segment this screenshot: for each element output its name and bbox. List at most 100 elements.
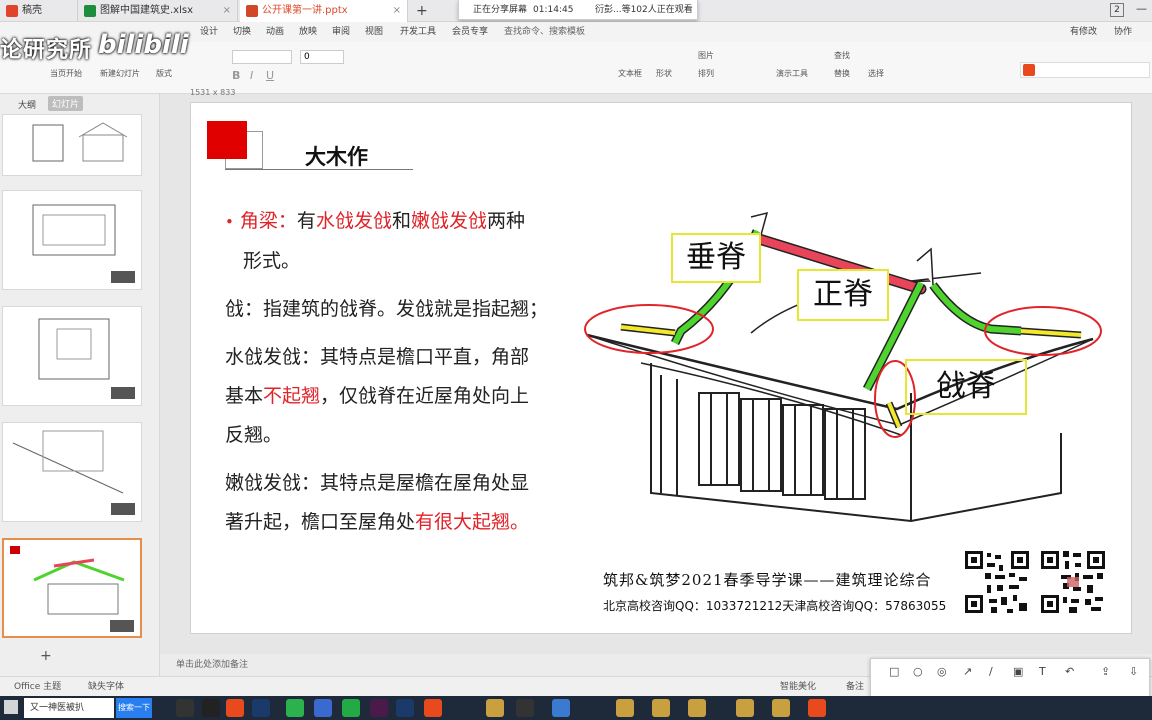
indesign-icon[interactable] xyxy=(370,699,388,717)
layout-button[interactable]: 版式 xyxy=(156,68,172,79)
tab-slideshow[interactable]: 放映 xyxy=(299,22,317,42)
label-zhengji: 正脊 xyxy=(797,269,889,321)
button-label: 形状 xyxy=(656,69,672,78)
canvas-size-label: 1531 x 833 xyxy=(190,88,236,97)
current-page-start-button[interactable]: 当页开始 xyxy=(50,68,82,79)
tab-view[interactable]: 视图 xyxy=(365,22,383,42)
pen-tool-icon[interactable]: / xyxy=(989,665,993,678)
paragraph-shuiqiang-3: 反翘。 xyxy=(225,424,283,446)
mosaic-tool-icon[interactable]: ◎ xyxy=(937,665,947,678)
paragraph-nenqiang-2: 著升起，檐口至屋角处有很大起翘。 xyxy=(225,502,529,542)
new-slide-button[interactable]: 新建幻灯片 xyxy=(100,68,140,79)
folder-icon[interactable] xyxy=(772,699,790,717)
undo-icon[interactable]: ↶ xyxy=(1065,665,1074,678)
picture-button[interactable]: 图片 xyxy=(698,50,714,61)
new-tab-button[interactable]: + xyxy=(416,0,428,22)
folder-icon[interactable] xyxy=(652,699,670,717)
download-icon[interactable]: ⇩ xyxy=(1129,665,1138,678)
footer-contact: 北京高校咨询QQ：1033721212天津高校咨询QQ：57863055 xyxy=(603,599,947,613)
slides-tab[interactable]: 幻灯片 xyxy=(48,96,84,111)
app-icon[interactable] xyxy=(808,699,826,717)
close-icon[interactable]: × xyxy=(393,0,401,22)
arrow-tool-icon[interactable]: ↗ xyxy=(963,665,972,678)
slide-thumbnail-selected[interactable] xyxy=(2,538,142,638)
outline-tab[interactable]: 大纲 xyxy=(18,98,36,111)
shape-button[interactable]: 形状 xyxy=(656,68,672,79)
ribbon-search[interactable]: 查找命令、搜索模板 xyxy=(504,22,585,42)
presentation-tools-button[interactable]: 演示工具 xyxy=(776,68,808,79)
tab-design[interactable]: 设计 xyxy=(200,22,218,42)
folder-icon[interactable] xyxy=(616,699,634,717)
qr-code-1 xyxy=(963,549,1031,615)
rectangle-tool-icon[interactable]: □ xyxy=(889,665,899,678)
tab-pptx[interactable]: 公开课第一讲.pptx × xyxy=(240,0,408,22)
add-slide-icon[interactable]: + xyxy=(40,648,52,664)
select-button[interactable]: 选择 xyxy=(868,68,884,79)
wechat-icon[interactable] xyxy=(286,699,304,717)
ime-toolbar[interactable] xyxy=(1020,62,1150,78)
has-changes[interactable]: 有修改 xyxy=(1070,22,1097,42)
photoshop-icon[interactable] xyxy=(396,699,414,717)
windows-taskbar: 又一神医被扒 搜索一下 xyxy=(0,696,1152,720)
app-icon[interactable] xyxy=(342,699,360,717)
tab-animations[interactable]: 动画 xyxy=(266,22,284,42)
button-label: 演示工具 xyxy=(776,69,808,78)
notes-toggle[interactable]: 备注 xyxy=(846,679,864,692)
text-tool-icon[interactable]: T xyxy=(1039,665,1046,678)
tab-stencil[interactable]: 稿壳 xyxy=(0,0,78,22)
slide-thumbnail[interactable] xyxy=(2,422,142,522)
bullet-line-1: • 角梁：有水戗发戗和嫩戗发戗两种 xyxy=(225,210,525,232)
browser-icon[interactable] xyxy=(226,699,244,717)
folder-icon[interactable] xyxy=(736,699,754,717)
tab-developer[interactable]: 开发工具 xyxy=(400,22,436,42)
slide-thumbnail[interactable] xyxy=(2,114,142,176)
bullet-text: 有 xyxy=(296,210,316,232)
close-icon[interactable]: × xyxy=(223,0,231,22)
italic-icon[interactable]: I xyxy=(250,69,253,82)
photoshop-icon[interactable] xyxy=(252,699,270,717)
app-icon[interactable] xyxy=(424,699,442,717)
smart-beautify-button[interactable]: 智能美化 xyxy=(780,679,816,692)
button-label: 查找 xyxy=(834,51,850,60)
font-size-select[interactable]: 0 xyxy=(300,50,344,64)
paragraph-nenqiang-1: 嫩戗发戗：其特点是屋檐在屋角处显 xyxy=(225,472,530,494)
app-icon[interactable] xyxy=(516,699,534,717)
app-icon[interactable] xyxy=(176,699,194,717)
notes-placeholder[interactable]: 单击此处添加备注 xyxy=(176,657,248,670)
slide-thumbnail[interactable] xyxy=(2,306,142,406)
app-icon[interactable] xyxy=(552,699,570,717)
taskbar-search-button[interactable]: 搜索一下 xyxy=(116,698,152,718)
highlight-tool-icon[interactable]: ▣ xyxy=(1013,665,1023,678)
powerpoint-icon xyxy=(246,5,258,17)
qq-icon[interactable] xyxy=(202,699,220,717)
textbox-button[interactable]: 文本框 xyxy=(618,68,642,79)
replace-button[interactable]: 替换 xyxy=(834,68,850,79)
underline-icon[interactable]: U xyxy=(266,69,274,82)
tab-xlsx[interactable]: 图解中国建筑史.xlsx × xyxy=(78,0,238,22)
arrange-button[interactable]: 排列 xyxy=(698,68,714,79)
footer-course: 筑邦&筑梦2021春季导学课——建筑理论综合 xyxy=(603,571,932,589)
circle-tool-icon[interactable]: ○ xyxy=(913,665,923,678)
button-label: 替换 xyxy=(834,69,850,78)
folder-icon[interactable] xyxy=(688,699,706,717)
bold-icon[interactable]: B xyxy=(232,69,240,82)
share-icon[interactable]: ⇪ xyxy=(1101,665,1110,678)
page-indicator[interactable]: 2 xyxy=(1110,3,1124,17)
collaborate[interactable]: 协作 xyxy=(1114,22,1132,42)
find-button[interactable]: 查找 xyxy=(834,50,850,61)
font-name-select[interactable] xyxy=(232,50,292,64)
folder-icon[interactable] xyxy=(486,699,504,717)
tab-transitions[interactable]: 切换 xyxy=(233,22,251,42)
tab-review[interactable]: 审阅 xyxy=(332,22,350,42)
share-viewers[interactable]: 衍彭...等102人正在观看 xyxy=(595,0,693,20)
minimize-button[interactable]: — xyxy=(1136,2,1147,15)
text: ，仅戗脊在近屋角处向上 xyxy=(320,385,530,407)
slide-thumbnail[interactable] xyxy=(2,190,142,290)
app-icon[interactable] xyxy=(314,699,332,717)
windows-start-icon[interactable] xyxy=(4,700,18,714)
taskbar-search-input[interactable]: 又一神医被扒 xyxy=(24,698,114,718)
tab-member[interactable]: 会员专享 xyxy=(452,22,488,42)
thumbnail-drawing xyxy=(10,546,134,632)
button-label: 当页开始 xyxy=(50,69,82,78)
missing-font-button[interactable]: 缺失字体 xyxy=(88,679,124,692)
